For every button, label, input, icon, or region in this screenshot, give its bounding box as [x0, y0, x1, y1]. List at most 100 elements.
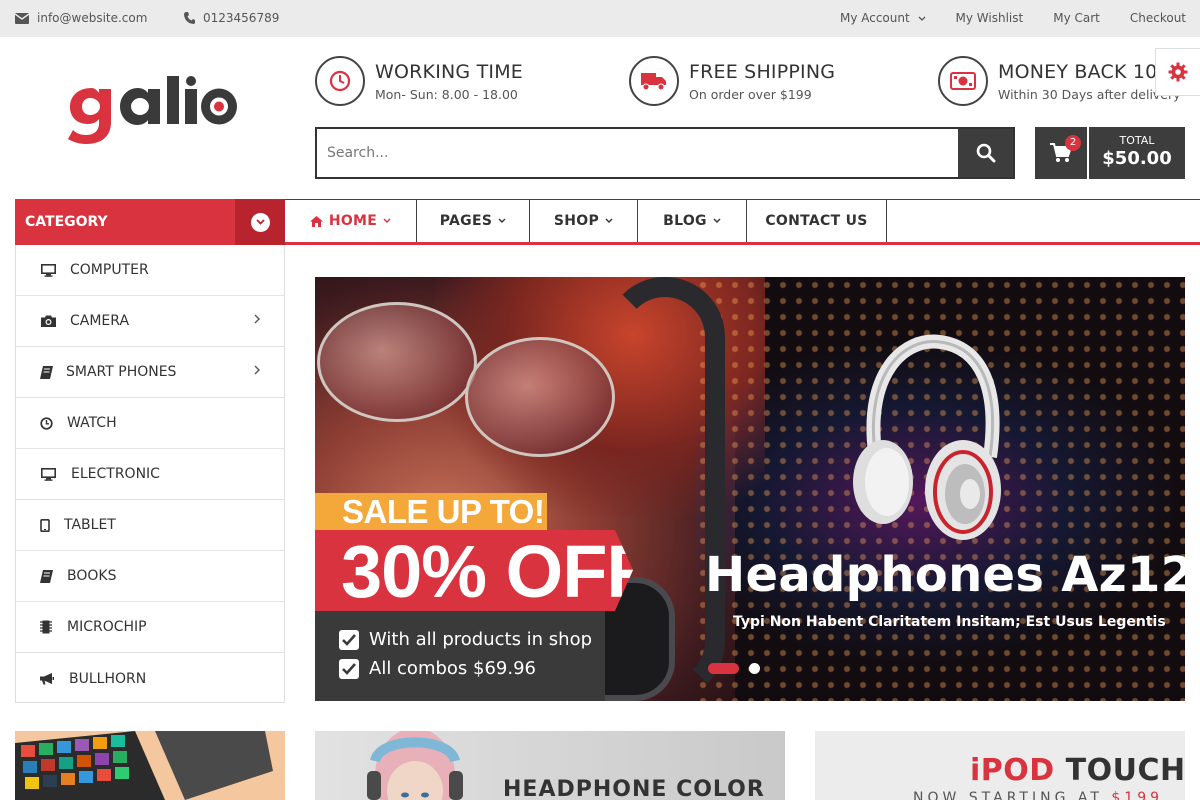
category-item-label: WATCH [67, 415, 117, 431]
working-time-title: WORKING TIME [375, 60, 523, 83]
category-item-electronic[interactable]: ELECTRONIC [16, 449, 284, 500]
my-account-label: My Account [839, 11, 910, 25]
main-nav: HOME PAGES SHOP BLOG CONTACT US [285, 199, 1185, 245]
free-shipping-title: FREE SHIPPING [689, 60, 836, 83]
cart-count-badge: 2 [1065, 135, 1081, 151]
settings-tab[interactable] [1155, 48, 1200, 96]
offer-checklist: With all products in shop All combos $69… [315, 611, 605, 701]
gear-icon [1168, 62, 1188, 82]
tablet-icon [37, 517, 53, 533]
search-input[interactable] [317, 129, 960, 177]
offer-check-row: With all products in shop [339, 629, 605, 650]
category-toggle[interactable] [235, 199, 285, 245]
search-button[interactable] [958, 129, 1013, 177]
category-item-label: BOOKS [67, 568, 117, 584]
chevron-down-icon [255, 219, 265, 225]
headphone-model-image [367, 731, 463, 800]
category-item-label: MICROCHIP [67, 619, 147, 635]
category-item-label: BULLHORN [69, 670, 147, 687]
topbar-email-text: info@website.com [37, 11, 148, 25]
nav-pages[interactable]: PAGES [417, 200, 530, 242]
checkbox-checked-icon [339, 658, 359, 679]
touch-word: TOUCH [1065, 753, 1185, 788]
chevron-right-icon [254, 365, 260, 375]
now-starting-label: NOW STARTING AT [913, 790, 1103, 800]
chevron-down-icon [713, 218, 721, 223]
phone-icon [184, 12, 195, 24]
nav-shop[interactable]: SHOP [530, 200, 638, 242]
nav-pages-label: PAGES [439, 213, 493, 229]
topbar-phone[interactable]: 0123456789 [184, 11, 279, 25]
offer-check-text: With all products in shop [369, 629, 593, 650]
clock-icon [315, 56, 365, 106]
nav-blog[interactable]: BLOG [638, 200, 747, 242]
nav-home[interactable]: HOME [285, 200, 417, 242]
slide-subtitle: Typi Non Habent Claritatem Insitam; Est … [733, 614, 1166, 630]
category-list: COMPUTER CAMERA SMART PHONES WATCH ELECT… [15, 245, 285, 703]
slider-dot[interactable] [749, 663, 760, 674]
headphone-color-text: HEADPHONE COLOR [503, 777, 765, 800]
nav-blog-label: BLOG [663, 213, 707, 229]
working-time-subtitle: Mon- Sun: 8.00 - 18.00 [375, 86, 518, 102]
cart-total[interactable]: TOTAL $50.00 [1089, 127, 1185, 179]
category-header[interactable]: CATEGORY [15, 199, 285, 245]
chevron-down-icon [383, 218, 391, 223]
my-account-link[interactable]: My Account [840, 11, 926, 25]
category-item-books[interactable]: BOOKS [16, 551, 284, 602]
clock-icon [38, 415, 54, 431]
monitor-icon [40, 262, 56, 278]
sale-up-to-tag: SALE UP TO! [315, 493, 547, 531]
category-item-microchip[interactable]: MICROCHIP [16, 602, 284, 653]
ipod-touch-title: iPOD TOUCH [970, 753, 1185, 788]
ipod-word: iPOD [970, 753, 1055, 788]
offer-check-row: All combos $69.96 [339, 658, 605, 679]
nav-top-line [1185, 199, 1200, 200]
working-time-info: WORKING TIME Mon- Sun: 8.00 - 18.00 [315, 56, 523, 106]
cart-total-amount: $50.00 [1102, 148, 1172, 169]
category-item-bullhorn[interactable]: BULLHORN [16, 653, 284, 704]
chevron-right-icon [254, 314, 260, 324]
banner-tablet[interactable] [15, 731, 285, 800]
cart-button[interactable]: 2 [1035, 127, 1087, 179]
home-icon [309, 215, 323, 227]
headphones-product-image [853, 334, 1001, 540]
cart-total-label: TOTAL [1119, 134, 1155, 147]
slider-dot-active[interactable] [708, 663, 739, 674]
banner-headphone-color[interactable]: HEADPHONE COLOR [315, 731, 785, 800]
topbar-phone-text: 0123456789 [203, 11, 280, 25]
category-item-label: TABLET [64, 517, 116, 533]
category-item-label: SMART PHONES [66, 364, 177, 380]
category-item-label: CAMERA [70, 313, 130, 329]
category-item-smart-phones[interactable]: SMART PHONES [16, 347, 284, 398]
nav-shop-label: SHOP [553, 213, 600, 229]
category-item-label: ELECTRONIC [71, 466, 160, 482]
site-logo[interactable] [64, 76, 239, 144]
category-item-camera[interactable]: CAMERA [16, 296, 284, 347]
category-heading: CATEGORY [25, 214, 108, 230]
search-bar [315, 127, 1015, 179]
sunglasses-left-lens [317, 302, 477, 422]
checkout-link[interactable]: Checkout [1130, 11, 1186, 25]
search-icon [976, 143, 995, 163]
category-item-computer[interactable]: COMPUTER [16, 245, 284, 296]
hero-slider[interactable]: SALE UP TO! 30% OFF With all products in… [315, 277, 1185, 701]
truck-icon [629, 56, 679, 106]
camera-icon [40, 313, 56, 329]
sunglasses-right-lens [465, 337, 615, 457]
money-icon [938, 56, 988, 106]
bullhorn-icon [39, 671, 55, 687]
nav-contact-label: CONTACT US [765, 213, 868, 229]
top-bar: info@website.com 0123456789 My Account M… [0, 0, 1200, 37]
banner-ipod-touch[interactable]: iPOD TOUCH NOW STARTING AT $199 [815, 731, 1185, 800]
topbar-email[interactable]: info@website.com [15, 11, 147, 25]
my-cart-link[interactable]: My Cart [1053, 11, 1100, 25]
chevron-down-icon [918, 16, 925, 21]
topbar-links: My Account My Wishlist My Cart Checkout [840, 11, 1186, 25]
my-wishlist-link[interactable]: My Wishlist [956, 11, 1024, 25]
category-item-watch[interactable]: WATCH [16, 398, 284, 449]
nav-contact-us[interactable]: CONTACT US [747, 200, 887, 242]
monitor-icon [40, 466, 56, 482]
category-item-tablet[interactable]: TABLET [16, 500, 284, 551]
free-shipping-subtitle: On order over $199 [689, 86, 812, 102]
now-starting-text: NOW STARTING AT $199 [913, 790, 1163, 800]
